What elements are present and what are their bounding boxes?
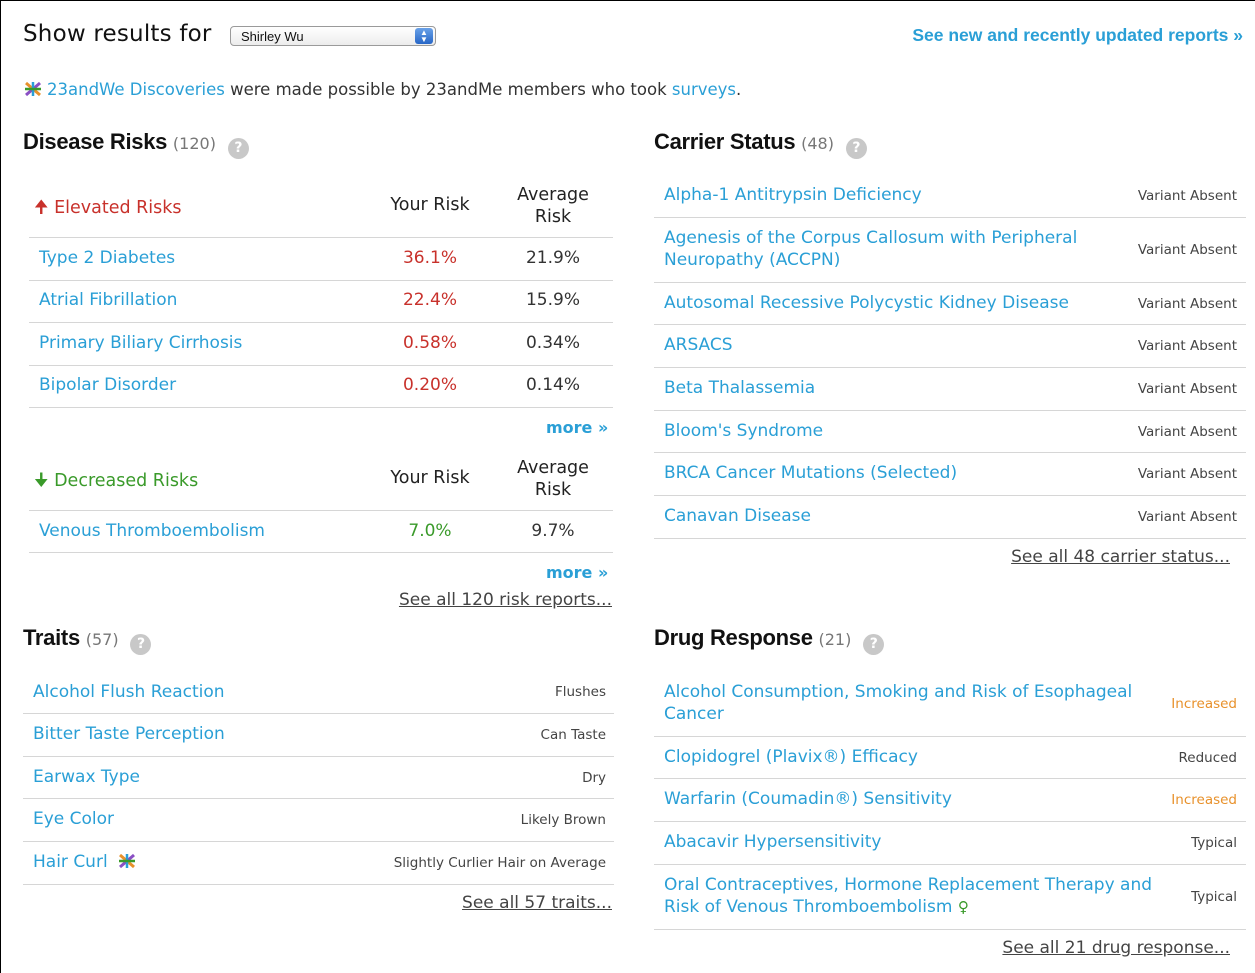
carrier-row-status: Variant Absent [1137,466,1237,482]
carrier-row-name[interactable]: Beta Thalassemia [664,378,815,398]
arrow-up-icon: 🠉 [34,198,49,218]
carrier-row-status: Variant Absent [1137,338,1237,354]
elevated-risks-text: Elevated Risks [54,198,182,218]
decreased-risks-text: Decreased Risks [54,471,199,491]
drug-row-name[interactable]: Clopidogrel (Plavix®) Efficacy [664,747,918,767]
average-risk-header: Average Risk [517,185,589,227]
carrier-row-status: Variant Absent [1137,424,1237,440]
intro-end: . [736,80,742,99]
risk-row-name[interactable]: Venous Thromboembolism [39,521,265,541]
surveys-link[interactable]: surveys [672,80,736,99]
average-risk-value: 9.7% [531,521,575,541]
carrier-row-status: Variant Absent [1137,381,1237,397]
drug-response-count: (21) [818,630,852,649]
traits-title: Traits (57) ? [23,625,152,655]
average-risk-value: 21.9% [525,248,580,268]
see-all-drug-response-link[interactable]: See all 21 drug response... [1002,938,1230,958]
carrier-row-name[interactable]: Alpha-1 Antitrypsin Deficiency [664,185,922,205]
your-risk-value: 7.0% [408,521,452,541]
discoveries-link[interactable]: 23andWe Discoveries [47,80,225,99]
carrier-row-status: Variant Absent [1137,242,1237,258]
carrier-row-name[interactable]: BRCA Cancer Mutations (Selected) [664,463,957,483]
drug-row-name[interactable]: Oral Contraceptives, Hormone Replacement… [664,874,1164,918]
trait-row-value: Likely Brown [520,812,606,828]
carrier-status-heading: Carrier Status [654,129,796,154]
decreased-risks-label: 🠋 Decreased Risks [34,468,198,498]
page-frame: Show results for Shirley Wu ▲ ▼ See new a… [0,0,1255,973]
arrow-down-icon: 🠋 [34,471,49,491]
trait-row-name[interactable]: Hair Curl [33,852,137,872]
trait-row-name[interactable]: Earwax Type [33,767,140,787]
drug-row-value: Typical [1191,889,1237,905]
see-all-carrier-status-link[interactable]: See all 48 carrier status... [1011,547,1230,567]
risk-row-name[interactable]: Bipolar Disorder [39,375,176,395]
carrier-row-name[interactable]: Autosomal Recessive Polycystic Kidney Di… [664,293,1069,313]
more-decreased-link[interactable]: more » [546,563,608,582]
profile-select[interactable]: Shirley Wu ▲ ▼ [230,26,436,46]
drug-row-value: Reduced [1178,750,1237,766]
disease-risks-title: Disease Risks (120) ? [23,129,249,159]
carrier-row-status: Variant Absent [1137,188,1237,204]
intro-text: were made possible by 23andMe members wh… [224,80,672,99]
female-symbol-icon: ♀ [957,898,969,916]
disease-risks-count: (120) [172,134,216,153]
discovery-icon [119,853,136,869]
average-risk-value: 0.14% [525,375,580,395]
your-risk-value: 0.58% [402,333,457,353]
risk-row-name[interactable]: Type 2 Diabetes [39,248,175,268]
carrier-row-status: Variant Absent [1137,296,1237,312]
drug-row-value: Increased [1171,696,1237,712]
trait-row-value: Slightly Curlier Hair on Average [393,855,606,871]
trait-row-value: Can Taste [540,727,606,743]
trait-row-value: Flushes [554,684,606,700]
your-risk-header: Your Risk [390,468,470,488]
help-icon[interactable]: ? [845,138,867,159]
help-icon[interactable]: ? [227,138,249,159]
traits-count: (57) [85,630,119,649]
trait-row-name[interactable]: Alcohol Flush Reaction [33,682,225,702]
drug-response-heading: Drug Response [654,625,813,650]
average-risk-header: Average Risk [517,458,589,500]
disease-risks-heading: Disease Risks [23,129,168,154]
carrier-row-name[interactable]: Agenesis of the Corpus Callosum with Per… [664,227,1114,271]
discoveries-intro: 23andWe Discoveries were made possible b… [23,80,741,99]
your-risk-value: 36.1% [402,248,457,268]
show-results-label: Show results for [23,21,212,47]
drug-row-name[interactable]: Alcohol Consumption, Smoking and Risk of… [664,681,1154,725]
trait-name-text: Hair Curl [33,852,108,872]
carrier-row-name[interactable]: Canavan Disease [664,506,811,526]
drug-response-title: Drug Response (21) ? [654,625,885,655]
carrier-row-name[interactable]: Bloom's Syndrome [664,421,823,441]
profile-select-value: Shirley Wu [241,29,304,44]
more-elevated-link[interactable]: more » [546,418,608,437]
see-all-risk-reports-link[interactable]: See all 120 risk reports... [399,590,612,610]
trait-row-name[interactable]: Bitter Taste Perception [33,724,225,744]
traits-heading: Traits [23,625,80,650]
drug-row-name[interactable]: Abacavir Hypersensitivity [664,832,881,852]
risk-row-name[interactable]: Atrial Fibrillation [39,290,177,310]
risk-row-name[interactable]: Primary Biliary Cirrhosis [39,333,242,353]
elevated-risks-label: 🠉 Elevated Risks [34,195,182,225]
drug-row-value: Typical [1191,835,1237,851]
your-risk-value: 22.4% [402,290,457,310]
carrier-status-count: (48) [801,134,834,153]
average-risk-value: 15.9% [525,290,580,310]
select-arrows-icon: ▲ ▼ [415,28,433,44]
carrier-row-status: Variant Absent [1137,509,1237,525]
trait-row-name[interactable]: Eye Color [33,809,114,829]
drug-name-text: Oral Contraceptives, Hormone Replacement… [664,875,1153,917]
discovery-icon [25,81,41,97]
your-risk-value: 0.20% [402,375,457,395]
drug-row-value: Increased [1171,792,1237,808]
carrier-status-title: Carrier Status (48) ? [654,129,867,159]
your-risk-header: Your Risk [390,195,470,215]
trait-row-value: Dry [582,770,606,786]
help-icon[interactable]: ? [863,634,885,655]
new-reports-link[interactable]: See new and recently updated reports » [912,25,1243,46]
average-risk-value: 0.34% [525,333,580,353]
drug-row-name[interactable]: Warfarin (Coumadin®) Sensitivity [664,789,952,809]
see-all-traits-link[interactable]: See all 57 traits... [462,893,612,913]
help-icon[interactable]: ? [130,634,152,655]
carrier-row-name[interactable]: ARSACS [664,335,733,355]
